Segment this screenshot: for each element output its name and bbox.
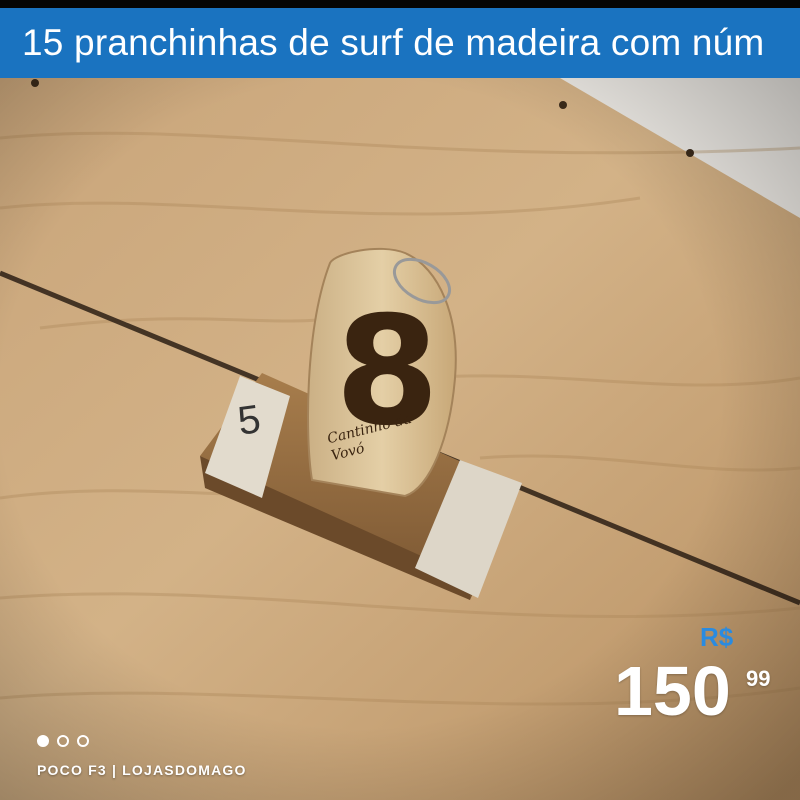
screen: 15 pranchinhas de surf de madeira com nú… — [0, 0, 800, 800]
title-bar: 15 pranchinhas de surf de madeira com nú… — [0, 8, 800, 78]
carousel-dot-2[interactable] — [57, 735, 69, 747]
surfboard-tag: 8 Cantinho da Vovó — [307, 247, 457, 498]
price-cents: 99 — [746, 666, 771, 691]
status-bar — [0, 0, 800, 8]
carousel-dots[interactable] — [37, 735, 89, 747]
price-currency: R$ — [700, 622, 734, 652]
carousel-dot-3[interactable] — [77, 735, 89, 747]
listing-title: 15 pranchinhas de surf de madeira com nú… — [22, 22, 765, 63]
carousel-dot-1[interactable] — [37, 735, 49, 747]
price-whole: 150 — [614, 652, 731, 730]
footer-source: POCO F3 | LOJASDOMAGO — [37, 762, 247, 778]
